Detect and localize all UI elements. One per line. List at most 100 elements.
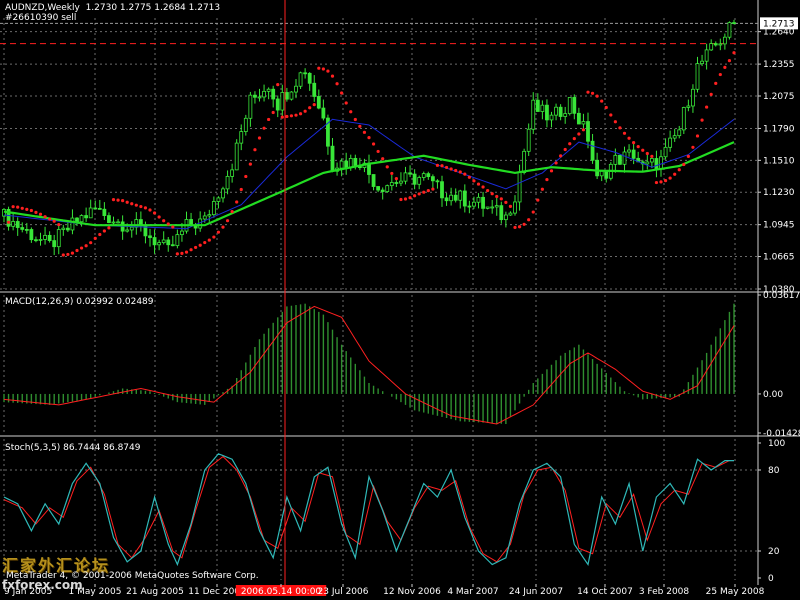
parabolic-sar-dot	[371, 142, 376, 146]
candle-body	[298, 72, 303, 87]
parabolic-sar-dot	[20, 206, 24, 210]
candle-body	[435, 180, 440, 183]
parabolic-sar-dot	[590, 91, 595, 95]
parabolic-sar-dot	[285, 114, 289, 119]
parabolic-sar-dot	[563, 147, 567, 152]
candle-body	[312, 82, 317, 97]
candle-body	[239, 131, 244, 144]
candle-body	[180, 230, 184, 236]
parabolic-sar-dot	[714, 81, 718, 85]
candle-body	[654, 158, 659, 170]
parabolic-sar-dot	[61, 253, 65, 257]
parabolic-sar-dot	[166, 222, 170, 226]
parabolic-sar-dot	[504, 200, 508, 204]
parabolic-sar-dot	[280, 115, 284, 119]
parabolic-sar-dot	[262, 126, 266, 130]
parabolic-sar-dot	[394, 177, 398, 181]
parabolic-sar-dot	[595, 94, 599, 98]
parabolic-sar-dot	[636, 145, 640, 149]
candle-body	[107, 215, 111, 224]
parabolic-sar-dot	[499, 197, 503, 201]
candle-body	[549, 114, 554, 121]
parabolic-sar-dot	[654, 180, 659, 185]
candle-body	[476, 196, 481, 203]
parabolic-sar-dot	[125, 200, 129, 204]
candle-body	[344, 160, 349, 168]
candle-body	[52, 240, 57, 248]
candle-body	[75, 217, 79, 223]
parabolic-sar-dot	[66, 252, 70, 257]
candle-body	[700, 60, 704, 65]
chart-window[interactable]: 1.2640 1.2355 1.2075 1.1790 1.1510 1.1230 1.09…	[0, 0, 800, 600]
candle-body	[513, 201, 517, 214]
parabolic-sar-dot	[79, 246, 84, 250]
parabolic-sar-dot	[353, 117, 357, 122]
symbol-ohlc-header: AUDNZD,Weekly 1.2730 1.2775 1.2684 1.271…	[5, 3, 221, 13]
parabolic-sar-dot	[390, 171, 394, 176]
parabolic-sar-dot	[677, 168, 681, 172]
candle-body	[116, 221, 120, 224]
x-tick-label: 4 Mar 2007	[447, 587, 498, 597]
parabolic-sar-dot	[444, 165, 449, 170]
parabolic-sar-dot	[180, 251, 184, 255]
price-tick-label: 1.2355	[763, 60, 795, 70]
candle-body	[576, 112, 581, 125]
parabolic-sar-dot	[271, 110, 275, 115]
candle-body	[24, 228, 29, 231]
parabolic-sar-dot	[312, 103, 316, 107]
parabolic-sar-dot	[732, 51, 736, 55]
parabolic-sar-dot	[152, 211, 157, 215]
parabolic-sar-dot	[508, 204, 513, 208]
price-tick-label: 1.1230	[763, 188, 795, 198]
parabolic-sar-dot	[239, 187, 243, 192]
candle-body	[284, 92, 289, 100]
parabolic-sar-dot	[317, 66, 321, 70]
candle-body	[70, 217, 75, 231]
parabolic-sar-dot	[111, 198, 116, 202]
parabolic-sar-dot	[89, 241, 93, 245]
parabolic-sar-dot	[253, 148, 257, 152]
candle-body	[88, 207, 93, 219]
parabolic-sar-dot	[435, 163, 440, 167]
parabolic-sar-dot	[604, 105, 608, 110]
candle-body	[622, 151, 627, 165]
candle-body	[102, 208, 107, 216]
parabolic-sar-dot	[540, 187, 544, 191]
parabolic-sar-dot	[586, 90, 590, 94]
parabolic-sar-dot	[134, 203, 138, 207]
candle-body	[207, 214, 212, 217]
order-label: #26610390 sell	[5, 13, 77, 23]
parabolic-sar-dot	[531, 210, 535, 214]
parabolic-sar-dot	[682, 162, 686, 167]
parabolic-sar-dot	[43, 215, 47, 219]
candle-body	[412, 173, 417, 185]
candle-body	[307, 72, 312, 84]
parabolic-sar-dot	[303, 109, 307, 113]
candle-body	[385, 185, 390, 192]
parabolic-sar-dot	[276, 83, 280, 87]
parabolic-sar-dot	[673, 172, 677, 176]
candle-body	[517, 172, 522, 203]
parabolic-sar-dot	[321, 67, 325, 71]
parabolic-sar-dot	[408, 196, 412, 200]
candle-body	[161, 239, 166, 244]
candle-body	[394, 182, 399, 184]
candle-body	[462, 190, 467, 207]
candle-body	[440, 181, 444, 199]
candle-body	[257, 96, 262, 99]
parabolic-sar-dot	[490, 192, 494, 196]
parabolic-sar-dot	[326, 69, 330, 73]
parabolic-sar-dot	[645, 151, 649, 156]
parabolic-sar-dot	[340, 91, 344, 95]
candle-body	[294, 85, 298, 93]
parabolic-sar-dot	[463, 172, 467, 176]
parabolic-sar-dot	[75, 248, 79, 253]
parabolic-sar-dot	[385, 165, 389, 169]
parabolic-sar-dot	[308, 106, 312, 110]
candle-body	[56, 229, 61, 248]
candle-body	[34, 239, 38, 242]
parabolic-sar-dot	[426, 188, 430, 193]
candle-body	[230, 169, 235, 177]
parabolic-sar-dot	[244, 174, 248, 179]
candle-body	[503, 214, 508, 221]
